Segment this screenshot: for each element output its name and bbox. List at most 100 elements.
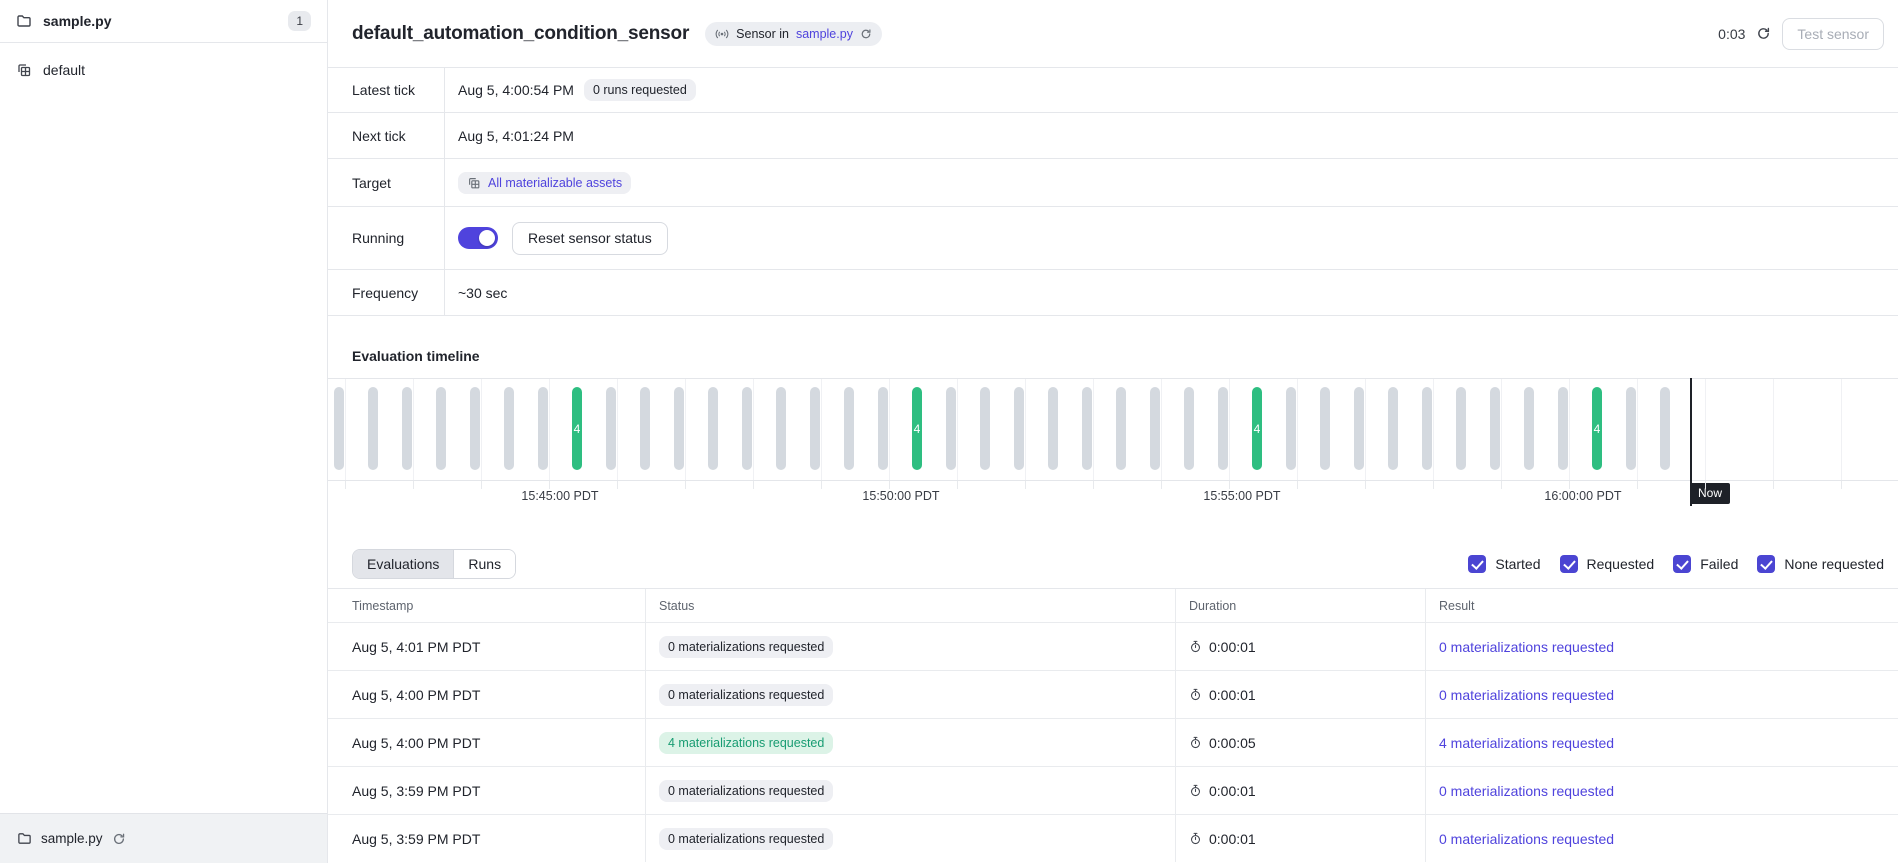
filter-none-requested[interactable]: None requested: [1757, 555, 1884, 573]
reset-sensor-status-button[interactable]: Reset sensor status: [512, 222, 668, 255]
duration-value: 0:00:05: [1209, 735, 1256, 751]
tick-bar-none[interactable]: [368, 387, 378, 470]
evaluation-timestamp: Aug 5, 4:01 PM PDT: [352, 639, 480, 655]
evaluation-row[interactable]: Aug 5, 3:59 PM PDT0 materializations req…: [328, 814, 1898, 862]
tick-bar-none[interactable]: [708, 387, 718, 470]
tick-bar-none[interactable]: [1388, 387, 1398, 470]
result-link[interactable]: 0 materializations requested: [1439, 783, 1614, 799]
tick-bar-requested[interactable]: 4: [912, 387, 922, 470]
tick-bar-none[interactable]: [946, 387, 956, 470]
refresh-icon[interactable]: [1756, 26, 1771, 41]
latest-tick-time: Aug 5, 4:00:54 PM: [458, 82, 574, 98]
tick-bar-none[interactable]: [844, 387, 854, 470]
sidebar-file-row[interactable]: sample.py 1: [0, 0, 327, 43]
timeline-gridline: [549, 379, 550, 480]
evaluation-timestamp: Aug 5, 3:59 PM PDT: [352, 783, 480, 799]
tick-bar-none[interactable]: [1048, 387, 1058, 470]
timeline-axis-tick: [1773, 481, 1774, 489]
tick-bar-none[interactable]: [436, 387, 446, 470]
tick-bar-none[interactable]: [402, 387, 412, 470]
result-link[interactable]: 0 materializations requested: [1439, 639, 1614, 655]
tick-bar-none[interactable]: [606, 387, 616, 470]
timeline-gridline: [1841, 379, 1842, 480]
tick-bar-none[interactable]: [1558, 387, 1568, 470]
checkbox-icon[interactable]: [1757, 555, 1775, 573]
tick-bar-none[interactable]: [1456, 387, 1466, 470]
timeline-axis-label: 15:50:00 PDT: [862, 489, 939, 503]
tick-bar-none[interactable]: [878, 387, 888, 470]
tick-bar-none[interactable]: [1082, 387, 1092, 470]
target-assets-link[interactable]: All materializable assets: [458, 172, 631, 194]
filter-failed[interactable]: Failed: [1673, 555, 1738, 573]
timeline-axis-label: 15:45:00 PDT: [521, 489, 598, 503]
timeline-axis-tick: [1025, 481, 1026, 489]
tab-evaluations[interactable]: Evaluations: [353, 550, 454, 578]
timeline-gridline: [1365, 379, 1366, 480]
tab-runs[interactable]: Runs: [454, 550, 515, 578]
sidebar-item-label: default: [43, 62, 85, 78]
column-header-timestamp: Timestamp: [328, 589, 645, 622]
tick-bar-none[interactable]: [470, 387, 480, 470]
detail-label: Next tick: [328, 113, 445, 158]
test-sensor-button[interactable]: Test sensor: [1782, 18, 1884, 50]
tick-bar-requested[interactable]: 4: [1592, 387, 1602, 470]
tick-bar-none[interactable]: [1320, 387, 1330, 470]
reload-icon[interactable]: [112, 832, 126, 846]
tick-bar-none[interactable]: [1116, 387, 1126, 470]
tick-bar-none[interactable]: [1524, 387, 1534, 470]
timeline-gridline: [1093, 379, 1094, 480]
tick-bar-none[interactable]: [1354, 387, 1364, 470]
evaluation-row[interactable]: Aug 5, 4:00 PM PDT0 materializations req…: [328, 670, 1898, 718]
evaluation-row[interactable]: Aug 5, 4:00 PM PDT4 materializations req…: [328, 718, 1898, 766]
timeline-axis-tick: [1161, 481, 1162, 489]
timeline-axis-tick: [345, 481, 346, 489]
status-pill: 0 materializations requested: [659, 828, 833, 850]
timeline-axis-tick: [1297, 481, 1298, 489]
tick-bar-none[interactable]: [538, 387, 548, 470]
result-link[interactable]: 4 materializations requested: [1439, 735, 1614, 751]
tick-bar-requested[interactable]: 4: [1252, 387, 1262, 470]
tick-bar-requested[interactable]: 4: [572, 387, 582, 470]
status-pill: 0 materializations requested: [659, 780, 833, 802]
timeline-axis-tick: [1433, 481, 1434, 489]
result-link[interactable]: 0 materializations requested: [1439, 687, 1614, 703]
evaluation-row[interactable]: Aug 5, 4:01 PM PDT 0 materializations req…: [328, 622, 1898, 670]
timeline-axis-tick: [1841, 481, 1842, 489]
checkbox-icon[interactable]: [1673, 555, 1691, 573]
tick-bar-none[interactable]: [1422, 387, 1432, 470]
sensor-badge-file-link[interactable]: sample.py: [796, 27, 853, 41]
tick-bar-none[interactable]: [1286, 387, 1296, 470]
checkbox-icon[interactable]: [1468, 555, 1486, 573]
tick-bar-none[interactable]: [504, 387, 514, 470]
tick-bar-none[interactable]: [1490, 387, 1500, 470]
filter-started[interactable]: Started: [1468, 555, 1540, 573]
tick-bar-none[interactable]: [674, 387, 684, 470]
status-filters: Started Requested Failed None requested: [1468, 555, 1884, 573]
tick-bar-none[interactable]: [980, 387, 990, 470]
running-toggle[interactable]: [458, 227, 498, 249]
tick-bar-none[interactable]: [640, 387, 650, 470]
tick-bar-none[interactable]: [334, 387, 344, 470]
tick-bar-none[interactable]: [1150, 387, 1160, 470]
tick-bar-none[interactable]: [1660, 387, 1670, 470]
view-tabs: Evaluations Runs: [352, 549, 516, 579]
tick-bar-none[interactable]: [1014, 387, 1024, 470]
tick-bar-none[interactable]: [1184, 387, 1194, 470]
tick-bar-none[interactable]: [810, 387, 820, 470]
reload-icon[interactable]: [860, 28, 872, 40]
filter-label: Requested: [1587, 556, 1655, 572]
result-link[interactable]: 0 materializations requested: [1439, 831, 1614, 847]
sidebar-item-default[interactable]: default: [0, 53, 327, 87]
tick-bar-none[interactable]: [1626, 387, 1636, 470]
checkbox-icon[interactable]: [1560, 555, 1578, 573]
tick-bar-none[interactable]: [1218, 387, 1228, 470]
timeline-gridline: [821, 379, 822, 480]
filter-requested[interactable]: Requested: [1560, 555, 1655, 573]
timeline-axis-tick: [753, 481, 754, 489]
timeline-axis-tick: [957, 481, 958, 489]
evaluation-row[interactable]: Aug 5, 3:59 PM PDT 0 materializations req…: [328, 766, 1898, 814]
tick-bar-none[interactable]: [776, 387, 786, 470]
timeline-gridline: [481, 379, 482, 480]
detail-row-latest-tick: Latest tick Aug 5, 4:00:54 PM 0 runs req…: [328, 68, 1898, 113]
tick-bar-none[interactable]: [742, 387, 752, 470]
